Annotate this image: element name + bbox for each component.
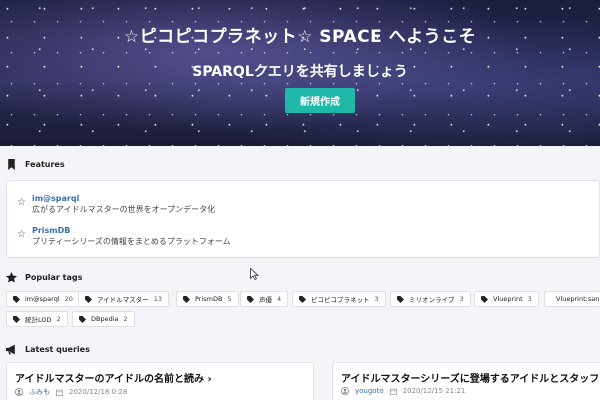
star-filled-icon (6, 272, 17, 283)
query-card[interactable]: アイドルマスターのアイドルの名前と読み › ふみも 2020/12/18 0:2… (6, 362, 314, 400)
tag-icon (481, 295, 488, 303)
tag-name: Vlueprint:san (556, 295, 600, 303)
query-meta: yougoto 2020/12/15 21:21 (341, 387, 465, 395)
query-title[interactable]: アイドルマスターのアイドルの名前と読み › (15, 370, 212, 385)
tag-icon (79, 315, 86, 323)
tag-icon (183, 295, 190, 303)
query-meta: ふみも 2020/12/18 0:28 (15, 387, 127, 397)
tag-count: 4 (277, 295, 282, 303)
hero-subtitle: SPARQLクエリを共有しましょう (192, 64, 408, 80)
popular-tags-heading: Popular tags (6, 272, 82, 283)
hero-title: ☆ピコピコプラネット☆ SPACE へようこそ (123, 27, 477, 47)
hero-banner: ☆ピコピコプラネット☆ SPACE へようこそ SPARQLクエリを共有しましょ… (0, 0, 600, 146)
calendar-icon (56, 389, 63, 396)
query-author[interactable]: yougoto (355, 387, 384, 395)
feature-description: プリティーシリーズの情報をまとめるプラットフォーム (31, 237, 231, 246)
tag-name: 統計LOD (25, 316, 52, 324)
tag-chip[interactable]: 声優 4 (240, 291, 289, 307)
tag-icon (13, 295, 20, 303)
query-date: 2020/12/15 21:21 (402, 387, 466, 395)
features-heading-label: Features (25, 160, 65, 169)
star-icon[interactable]: ☆ (17, 229, 26, 241)
tag-count: 2 (56, 315, 61, 323)
user-icon (341, 387, 349, 395)
query-author[interactable]: ふみも (29, 387, 50, 397)
tag-name: アイドルマスター (97, 296, 149, 304)
tag-name: 声優 (259, 296, 272, 304)
query-date: 2020/12/18 0:28 (69, 388, 128, 396)
features-card: ☆ im@sparql 広がるアイドルマスターの世界をオープンデータ化 ☆ Pr… (6, 180, 600, 258)
tag-icon (85, 295, 92, 303)
tag-icon (397, 295, 404, 303)
tag-name: ミリオンライブ (409, 296, 455, 304)
tag-chip[interactable]: 統計LOD 2 (6, 311, 68, 327)
feature-description: 広がるアイドルマスターの世界をオープンデータ化 (31, 205, 216, 214)
features-heading: Features (6, 159, 65, 170)
bookmark-icon (8, 159, 15, 170)
tag-count: 3 (527, 295, 532, 303)
tag-count: 2 (123, 315, 128, 323)
star-icon[interactable]: ☆ (17, 197, 26, 209)
popular-tags-heading-label: Popular tags (25, 273, 83, 282)
latest-queries-heading-label: Latest queries (25, 345, 90, 354)
mouse-cursor-icon (250, 268, 259, 280)
tag-name: DBpedia (91, 315, 119, 323)
tag-chip[interactable]: ミリオンライブ 3 (390, 291, 471, 307)
feature-item[interactable]: ☆ im@sparql 広がるアイドルマスターの世界をオープンデータ化 (17, 193, 215, 215)
tag-count: 13 (153, 295, 162, 303)
query-title[interactable]: アイドルマスターシリーズに登場するアイドルとスタッフ (341, 370, 599, 385)
feature-item[interactable]: ☆ PrismDB プリティーシリーズの情報をまとめるプラットフォーム (17, 225, 231, 247)
tag-chip[interactable]: PrismDB 5 (176, 291, 239, 307)
feature-title[interactable]: PrismDB (32, 225, 231, 236)
tag-count: 5 (227, 295, 232, 303)
tag-chip[interactable]: ピコピコプラネット 3 (292, 291, 386, 307)
tag-chip[interactable]: Vlueprint 3 (474, 291, 539, 307)
tag-icon (13, 315, 20, 323)
tag-name: Vlueprint (493, 295, 523, 303)
tag-count: 20 (64, 295, 73, 303)
tag-count: 3 (374, 295, 379, 303)
latest-queries-heading: Latest queries (6, 344, 90, 355)
tag-chip[interactable]: DBpedia 2 (72, 311, 135, 327)
new-query-button[interactable]: 新規作成 (285, 88, 355, 113)
megaphone-icon (6, 344, 15, 355)
tag-icon (247, 295, 254, 303)
query-card[interactable]: アイドルマスターシリーズに登場するアイドルとスタッフ yougoto 2020/… (332, 362, 600, 400)
tag-chip[interactable]: im@sparql 20 (6, 291, 80, 307)
tag-chip[interactable]: アイドルマスター 13 (78, 291, 169, 307)
calendar-icon (389, 388, 397, 395)
feature-title[interactable]: im@sparql (32, 193, 215, 204)
tag-name: PrismDB (195, 295, 223, 303)
tag-name: ピコピコプラネット (311, 296, 370, 304)
user-icon (15, 388, 23, 396)
tag-count: 3 (459, 295, 464, 303)
tag-icon (299, 295, 306, 303)
tag-chip[interactable]: Vlueprint:san (544, 291, 600, 307)
tag-name: im@sparql (25, 295, 60, 303)
